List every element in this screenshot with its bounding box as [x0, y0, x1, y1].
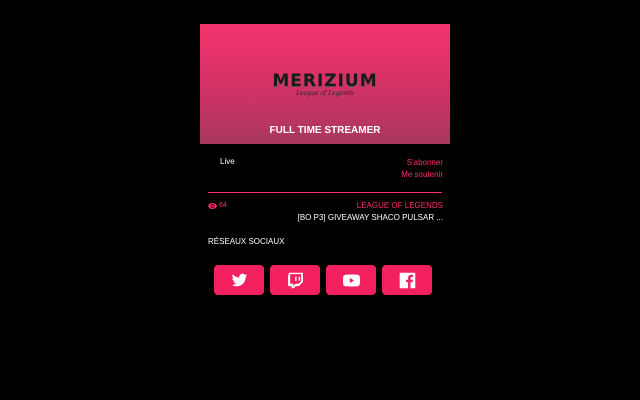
youtube-icon	[342, 274, 360, 286]
youtube-button[interactable]	[326, 265, 376, 295]
facebook-icon	[399, 272, 415, 288]
divider	[208, 192, 442, 193]
stream-title[interactable]: [BO P3] GIVEAWAY SHACO PULSAR ...	[243, 213, 443, 222]
eye-icon	[208, 202, 217, 209]
twitter-button[interactable]	[214, 265, 264, 295]
viewer-count-value: 64	[219, 202, 227, 209]
status-row: Live S'abonner Me soutenir	[200, 144, 450, 192]
twitch-button[interactable]	[270, 265, 320, 295]
socials-heading: RÉSEAUX SOCIAUX	[208, 237, 285, 246]
logo: MERIZIUM	[272, 71, 378, 91]
logo-subtitle: League of Legends	[296, 90, 354, 97]
facebook-button[interactable]	[382, 265, 432, 295]
banner: MERIZIUM League of Legends FULL TIME STR…	[200, 24, 450, 144]
social-buttons	[214, 265, 432, 295]
viewer-count: 64	[208, 202, 227, 209]
action-links: S'abonner Me soutenir	[401, 157, 443, 181]
tagline: FULL TIME STREAMER	[269, 125, 381, 136]
subscribe-link[interactable]: S'abonner	[401, 157, 443, 169]
twitter-icon	[231, 273, 247, 286]
support-link[interactable]: Me soutenir	[401, 169, 443, 181]
twitch-icon	[287, 272, 303, 288]
streamer-panel: MERIZIUM League of Legends FULL TIME STR…	[200, 24, 450, 192]
live-status: Live	[220, 157, 235, 166]
game-link[interactable]: LEAGUE OF LEGENDS	[357, 201, 443, 210]
